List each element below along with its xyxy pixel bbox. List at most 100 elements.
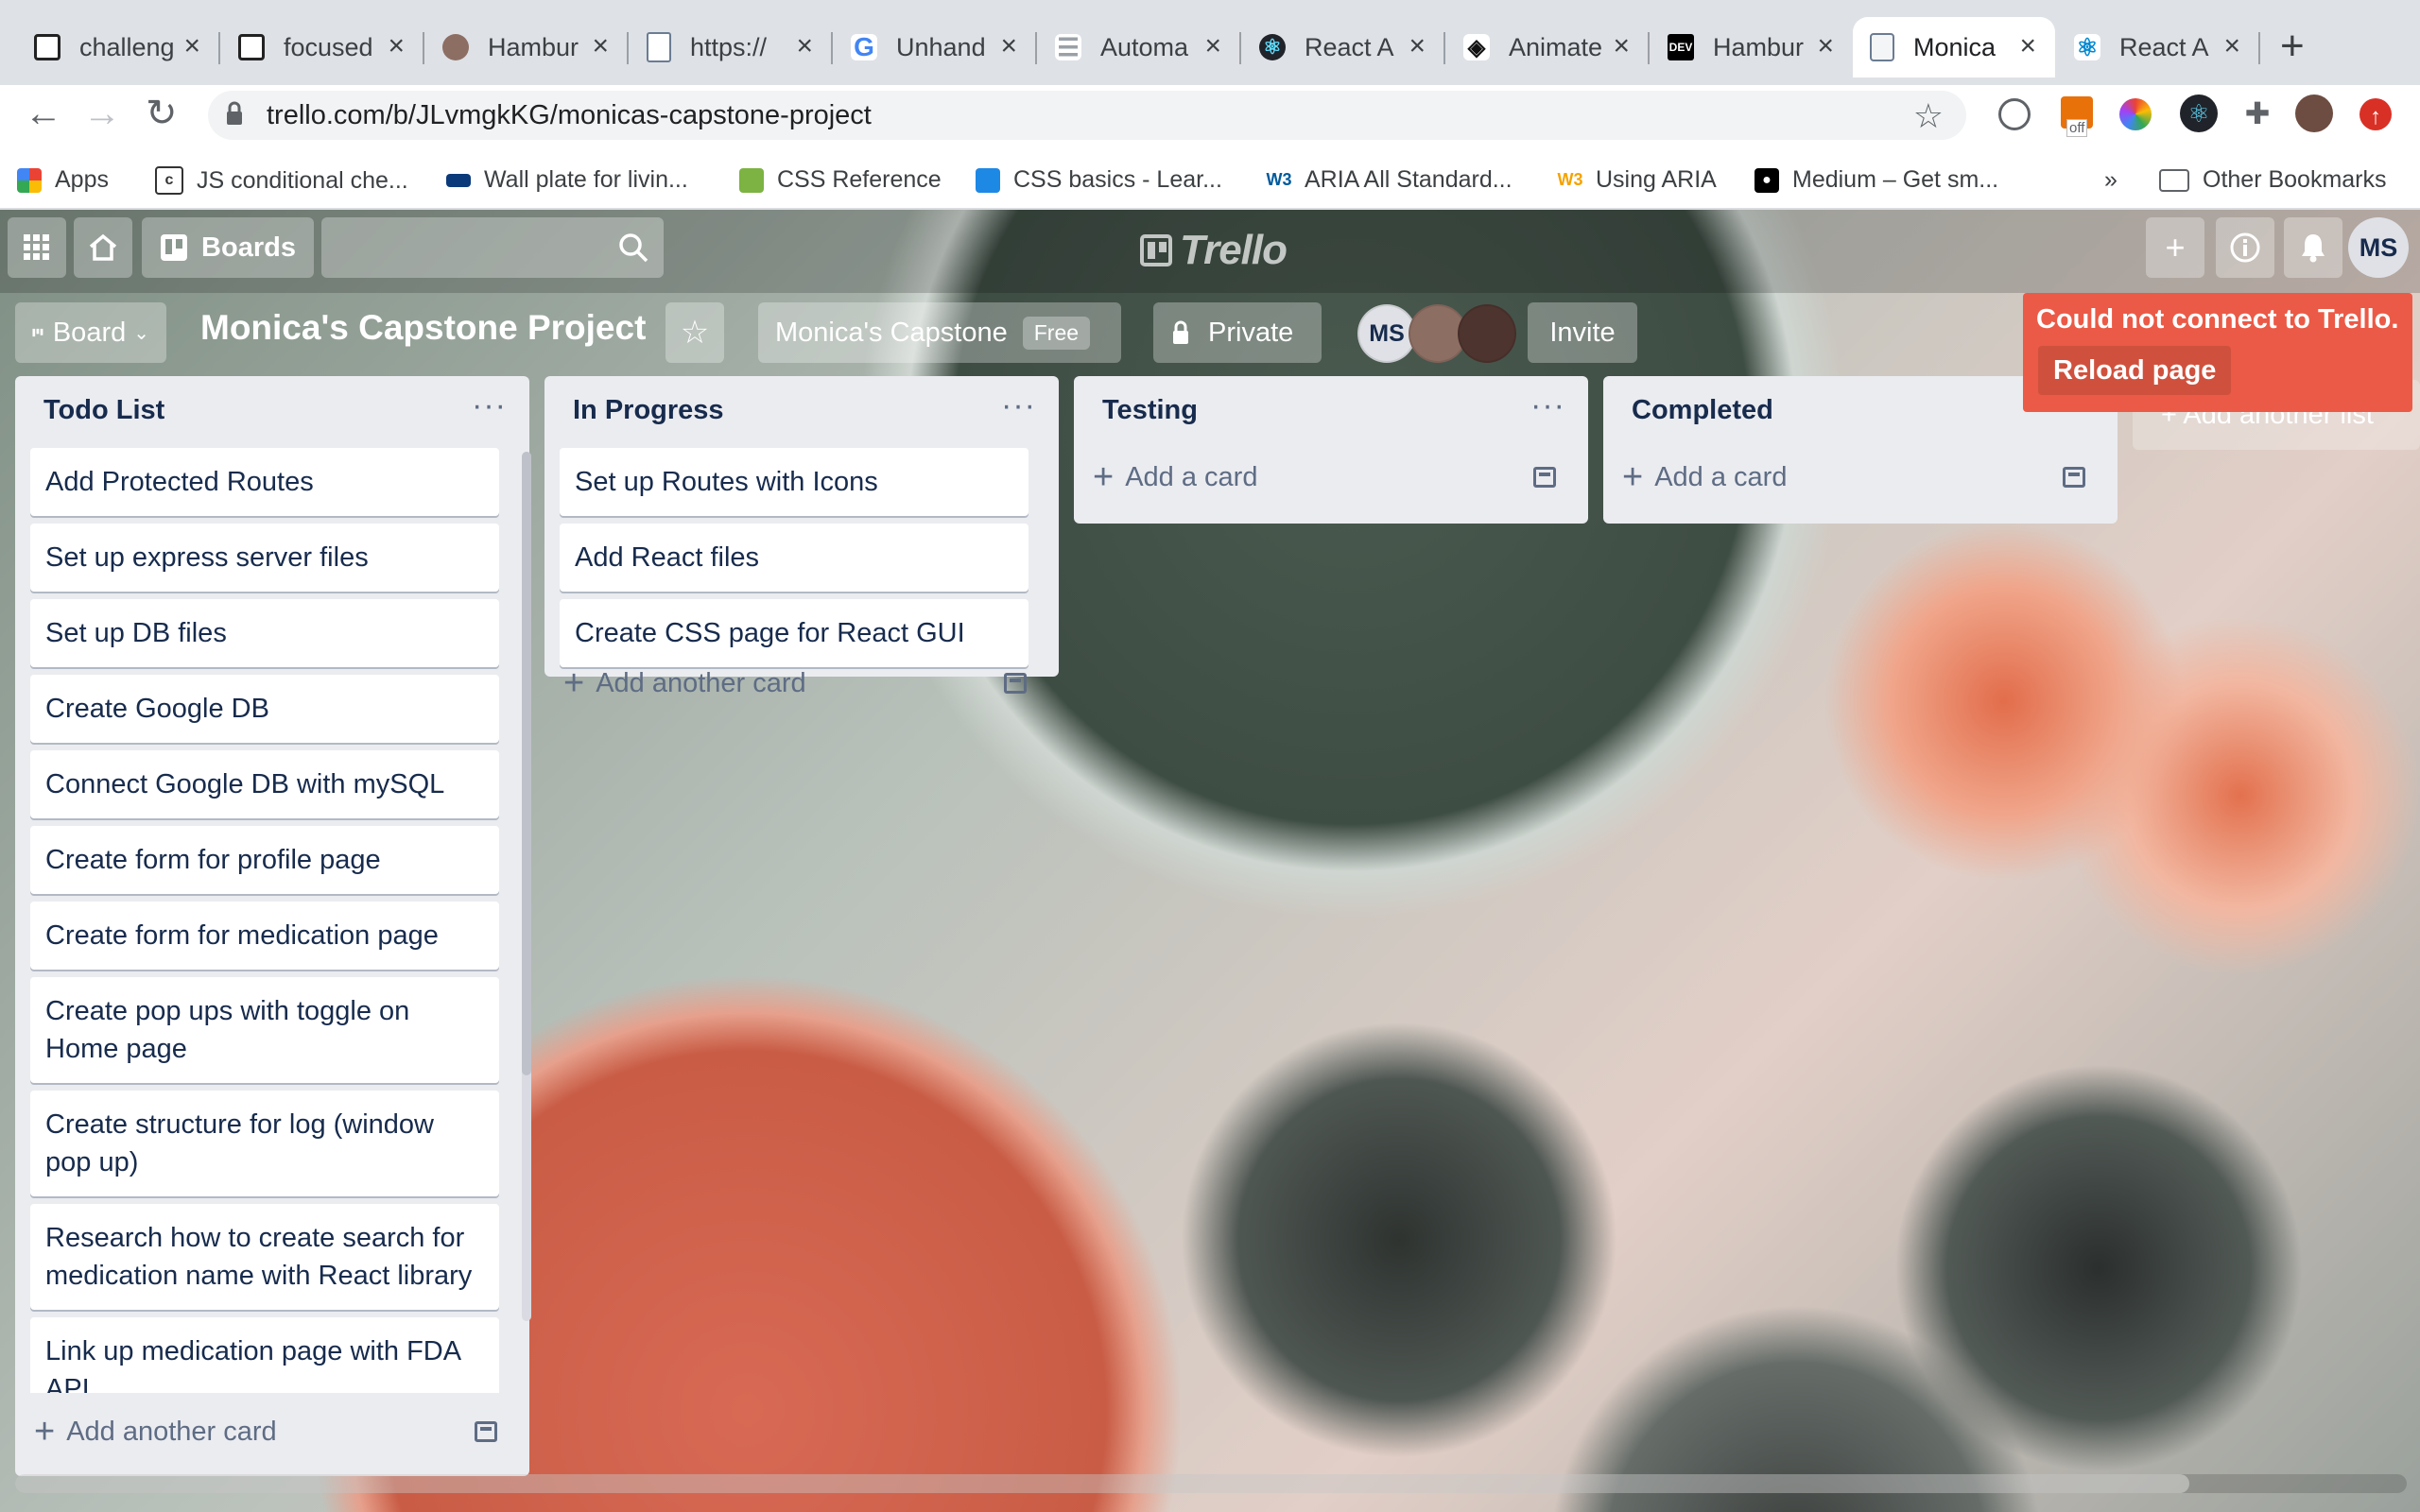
back-icon[interactable]: ← <box>25 94 62 132</box>
home-icon[interactable] <box>74 217 132 278</box>
browser-tab[interactable]: ⚛ React A × <box>2057 17 2260 77</box>
boards-button[interactable]: Boards <box>142 217 314 278</box>
reload-page-button[interactable]: Reload page <box>2038 346 2232 395</box>
site-icon <box>739 167 764 193</box>
card[interactable]: Create form for medication page <box>30 902 499 970</box>
more-icon[interactable]: ··· <box>1530 387 1565 424</box>
close-icon[interactable]: × <box>1204 31 1221 61</box>
card[interactable]: Create pop ups with toggle on Home page <box>30 977 499 1083</box>
card[interactable]: Add Protected Routes <box>30 448 499 516</box>
card[interactable]: Create Google DB <box>30 675 499 743</box>
card[interactable]: Set up express server files <box>30 524 499 592</box>
list-title[interactable]: Todo List <box>43 395 164 426</box>
search-input[interactable] <box>321 217 664 278</box>
list-title[interactable]: Testing <box>1102 395 1198 426</box>
extension-icon[interactable] <box>1998 98 2031 130</box>
reload-icon[interactable]: ↻ <box>146 94 178 132</box>
board-horizontal-scrollbar[interactable] <box>15 1474 2407 1493</box>
board-view-switcher[interactable]: Board ⌄ <box>15 302 166 363</box>
star-board-icon[interactable]: ☆ <box>666 302 724 363</box>
card[interactable]: Add React files <box>560 524 1028 592</box>
member-avatar[interactable] <box>1458 304 1516 363</box>
card-template-icon[interactable] <box>475 1421 497 1442</box>
close-icon[interactable]: × <box>388 31 405 61</box>
close-icon[interactable]: × <box>592 31 609 61</box>
close-icon[interactable]: × <box>1817 31 1834 61</box>
close-icon[interactable]: × <box>2019 31 2036 61</box>
close-icon[interactable]: × <box>1409 31 1426 61</box>
notifications-bell-icon[interactable] <box>2284 217 2342 278</box>
bookmark-item[interactable]: W3 Using ARIA <box>1558 166 1717 194</box>
add-card-button[interactable]: + Add another card <box>563 665 806 701</box>
member-avatar[interactable]: MS <box>1357 304 1416 363</box>
invite-button[interactable]: Invite <box>1528 302 1637 363</box>
add-card-label: Add another card <box>66 1416 277 1447</box>
browser-tab[interactable]: https:// × <box>630 17 833 77</box>
close-icon[interactable]: × <box>183 31 200 61</box>
close-icon[interactable]: × <box>1613 31 1630 61</box>
card-template-icon[interactable] <box>2063 467 2085 488</box>
card[interactable]: Connect Google DB with mySQL <box>30 750 499 818</box>
browser-tab[interactable]: DEV Hambur × <box>1651 17 1853 77</box>
browser-tab[interactable]: focused × <box>221 17 424 77</box>
add-card-button[interactable]: + Add a card <box>1622 459 1787 495</box>
profile-photo-icon <box>442 34 469 60</box>
close-icon[interactable]: × <box>796 31 813 61</box>
add-card-button[interactable]: + Add another card <box>34 1414 277 1450</box>
bookmark-item[interactable]: Wall plate for livin... <box>446 166 688 194</box>
card[interactable]: Research how to create search for medica… <box>30 1204 499 1310</box>
bookmark-item[interactable]: CSS basics - Lear... <box>976 166 1222 194</box>
browser-tab-active[interactable]: Monica × <box>1853 17 2055 77</box>
trello-logo[interactable]: Trello <box>1140 227 1288 274</box>
more-icon[interactable]: ··· <box>1001 387 1036 424</box>
extension-badge-icon[interactable]: off <box>2061 96 2093 137</box>
bookmark-apps[interactable]: Apps <box>17 166 109 194</box>
list-scrollbar[interactable] <box>522 452 531 1321</box>
list-title[interactable]: In Progress <box>573 395 724 426</box>
browser-tab[interactable]: ⚛ React A × <box>1242 17 1445 77</box>
browser-tab[interactable]: challeng × <box>17 17 220 77</box>
browser-tab[interactable]: ☰ Automa × <box>1038 17 1241 77</box>
create-plus-icon[interactable]: + <box>2146 217 2204 278</box>
bookmark-item[interactable]: CSS Reference <box>739 166 942 194</box>
card[interactable]: Set up Routes with Icons <box>560 448 1028 516</box>
color-picker-icon[interactable] <box>2119 98 2152 130</box>
mdn-icon <box>976 167 1000 193</box>
address-bar[interactable]: trello.com/b/JLvmgkKG/monicas-capstone-p… <box>208 91 1966 140</box>
card-template-icon[interactable] <box>1533 467 1556 488</box>
browser-tab[interactable]: G Unhand × <box>834 17 1037 77</box>
card[interactable]: Create CSS page for React GUI <box>560 599 1028 667</box>
list-scrollbar-thumb[interactable] <box>522 452 531 1075</box>
forward-icon[interactable]: → <box>83 94 121 132</box>
close-icon[interactable]: × <box>1000 31 1017 61</box>
card[interactable]: Create form for profile page <box>30 826 499 894</box>
visibility-button[interactable]: Private <box>1153 302 1322 363</box>
card[interactable]: Set up DB files <box>30 599 499 667</box>
more-icon[interactable]: ··· <box>472 387 507 424</box>
close-icon[interactable]: × <box>2223 31 2240 61</box>
board-scrollbar-thumb[interactable] <box>15 1474 2189 1493</box>
bookmark-star-icon[interactable]: ☆ <box>1913 96 1944 136</box>
profile-icon[interactable] <box>2295 94 2333 132</box>
card[interactable]: Link up medication page with FDA API <box>30 1317 499 1393</box>
board-title[interactable]: Monica's Capstone Project <box>200 308 646 348</box>
bookmarks-overflow-icon[interactable]: » <box>2104 166 2118 194</box>
update-icon[interactable]: ↑ <box>2360 98 2392 130</box>
list-title[interactable]: Completed <box>1632 395 1773 426</box>
workspace-button[interactable]: Monica's Capstone Free <box>758 302 1121 363</box>
add-card-button[interactable]: + Add a card <box>1093 459 1257 495</box>
puzzle-icon[interactable]: ✚ <box>2238 94 2276 132</box>
browser-tab[interactable]: ◈ Animate × <box>1446 17 1650 77</box>
card-template-icon[interactable] <box>1004 673 1027 694</box>
browser-tab[interactable]: Hambur × <box>425 17 629 77</box>
info-icon[interactable] <box>2216 217 2274 278</box>
bookmark-item[interactable]: c JS conditional che... <box>155 166 408 195</box>
new-tab-icon[interactable]: + <box>2280 23 2305 70</box>
other-bookmarks[interactable]: Other Bookmarks <box>2159 166 2387 194</box>
react-devtools-icon[interactable]: ⚛ <box>2180 94 2218 132</box>
card[interactable]: Create structure for log (window pop up) <box>30 1091 499 1196</box>
bookmark-item[interactable]: ● Medium – Get sm... <box>1754 166 1998 194</box>
bookmark-item[interactable]: W3 ARIA All Standard... <box>1267 166 1512 194</box>
user-avatar[interactable]: MS <box>2348 217 2409 278</box>
apps-switcher-icon[interactable] <box>8 217 66 278</box>
